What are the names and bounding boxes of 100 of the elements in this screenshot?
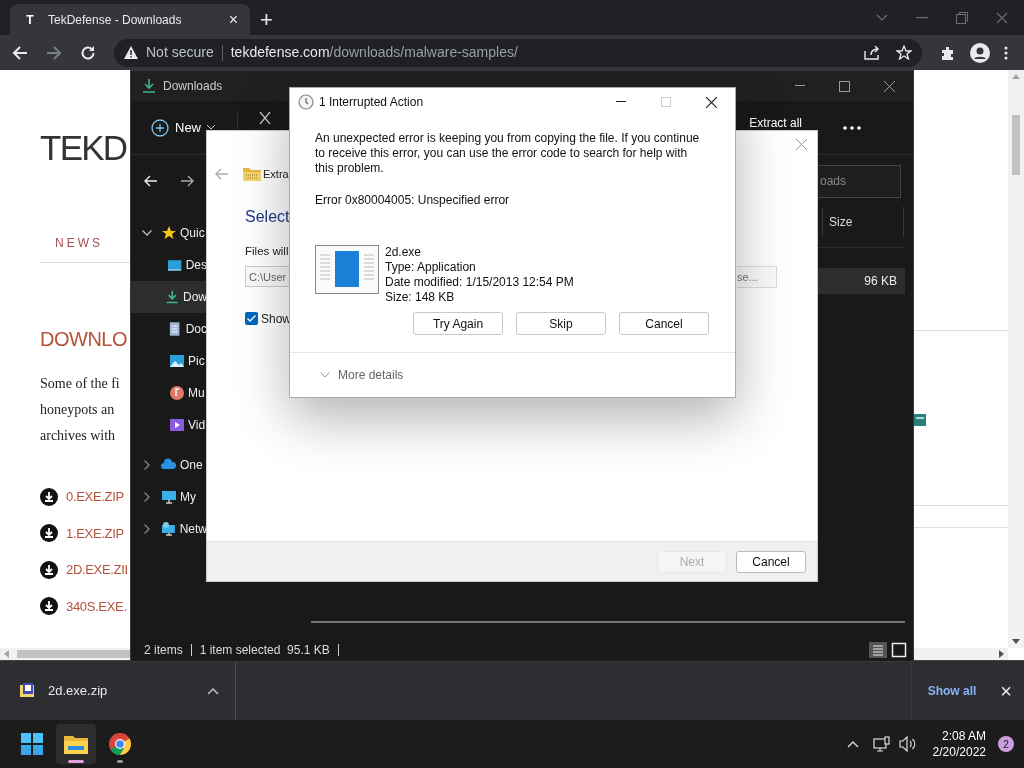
wizard-button[interactable]: Cancel [736,550,806,573]
horizontal-scrollbar[interactable] [0,648,130,660]
tiles-view-icon[interactable] [891,642,907,658]
clock-date[interactable]: 2/20/2022 [932,744,986,760]
sidebar-label: Vid [188,417,206,434]
sidebar-item[interactable]: Vid [131,409,207,441]
maximize-icon [661,97,671,107]
close-button[interactable]: × [1000,680,1012,701]
desktop-icon [167,257,183,273]
restore-icon[interactable] [956,11,968,24]
scroll-down-icon[interactable] [1012,639,1020,644]
more-details-toggle[interactable]: More details [338,365,404,384]
sidebar-item[interactable]: One [131,449,207,481]
sidebar-item[interactable]: Quic [131,217,207,249]
minimize-icon[interactable] [616,101,626,103]
caret-icon[interactable] [207,686,219,695]
intro-paragraph: Some of the fi honeypots an archives with [40,375,120,445]
speaker-icon[interactable] [898,736,917,752]
sidebar-item[interactable]: Des [131,249,207,281]
pictures-icon [169,353,185,369]
download-icon [143,79,155,93]
browse-button[interactable]: se... [737,265,777,288]
favicon: T [25,11,35,28]
sidebar-label: Doc [185,321,207,338]
chevron-right-icon[interactable] [144,460,150,470]
status-text: 2 items [144,642,183,659]
clock-time[interactable]: 2:08 AM [941,728,986,744]
close-icon[interactable] [706,96,717,108]
file-type: Type: Application [385,260,477,275]
profile-icon[interactable] [970,42,990,63]
taskbar-button[interactable] [56,724,96,764]
sidebar-label: Quic [180,225,205,242]
menu-icon[interactable] [1004,45,1008,60]
show-all-link[interactable]: Show all [927,681,977,700]
site-logo[interactable]: TEKD [40,118,127,178]
chevron-down-icon[interactable] [142,230,152,236]
dialog-button[interactable]: Cancel [619,312,709,335]
checkbox[interactable] [245,312,258,326]
extract-all-button[interactable]: Extract all [749,116,802,129]
window-title: Downloads [163,78,223,95]
error-message: An unexpected error is keeping you from copying the file. If you continue to receive this error, you can use the error code to search for help with this problem. [315,131,701,176]
close-icon[interactable] [884,80,895,92]
videos-icon [169,417,185,433]
chevron-up-icon[interactable] [846,740,859,748]
sidebar-item[interactable]: Doc [131,313,207,345]
download-link[interactable]: 2D.EXE.ZII [66,560,128,580]
sidebar-label: Mu [188,385,205,402]
sidebar-item[interactable]: Dow [131,281,207,313]
search-field[interactable]: oads [817,164,901,198]
tab-search-icon[interactable] [876,13,888,22]
sidebar-item[interactable]: Pic [131,345,207,377]
more-icon[interactable] [843,125,861,130]
reload-icon[interactable] [80,44,96,61]
download-link[interactable]: 1.EXE.ZIP [66,523,124,543]
chevron-right-icon[interactable] [144,492,150,502]
sidebar-label: Des [185,257,207,274]
warning-icon [124,46,138,59]
sidebar-item[interactable]: Mu [131,377,207,409]
scroll-right-icon[interactable] [999,650,1004,658]
extensions-icon[interactable] [940,44,956,61]
chrome-icon [109,733,131,755]
location-text: Extra [263,167,289,182]
tab-close-button[interactable]: × [228,7,238,32]
scroll-thumb[interactable] [1012,115,1020,175]
horizontal-scrollbar[interactable] [311,621,905,623]
browser-tab[interactable]: T TekDefense - Downloads × [10,4,250,35]
address-bar[interactable]: Not secure tekdefense.com/downloads/malware-samples/ [114,38,922,67]
chevron-right-icon[interactable] [143,524,150,534]
scissors-icon[interactable] [258,111,272,124]
url-text[interactable]: tekdefense.com/downloads/malware-samples/ [230,42,518,63]
file-row[interactable]: 96 KB [817,268,905,294]
column-header[interactable]: Size [829,213,853,231]
sidebar-label: Dow [183,289,207,306]
new-tab-button[interactable]: + [260,9,273,31]
status-text: 1 item selected 95.1 KB [199,642,330,659]
dialog-title: 1 Interrupted Action [319,94,424,111]
new-button[interactable]: New [151,117,215,138]
security-label[interactable]: Not secure [146,42,214,63]
maximize-icon[interactable] [839,80,850,92]
forward-icon[interactable] [180,175,194,187]
dialog-button[interactable]: Skip [516,312,606,335]
sidebar-item[interactable]: Netw [131,513,207,545]
application-file-icon [315,245,379,294]
horizontal-scrollbar[interactable] [914,648,1008,660]
download-link[interactable]: 340S.EXE. [66,596,127,616]
download-filename[interactable]: 2d.exe.zip [48,680,108,701]
notification-badge[interactable]: 2 [998,736,1014,752]
dialog-button[interactable]: Try Again [413,312,503,335]
sidebar-label: Netw [179,521,207,538]
vertical-scrollbar[interactable] [1008,70,1024,648]
network-icon[interactable] [872,736,891,752]
file-size: Size: 148 KB [385,290,456,305]
nav-link[interactable]: NEWS [55,234,103,252]
minimize-icon[interactable] [795,85,805,87]
download-icon [40,597,58,616]
star-icon[interactable] [896,44,912,61]
share-icon[interactable] [864,45,880,60]
plus-circle-icon [151,118,169,137]
sidebar-item[interactable]: My [131,481,207,513]
download-link[interactable]: 0.EXE.ZIP [66,487,124,507]
